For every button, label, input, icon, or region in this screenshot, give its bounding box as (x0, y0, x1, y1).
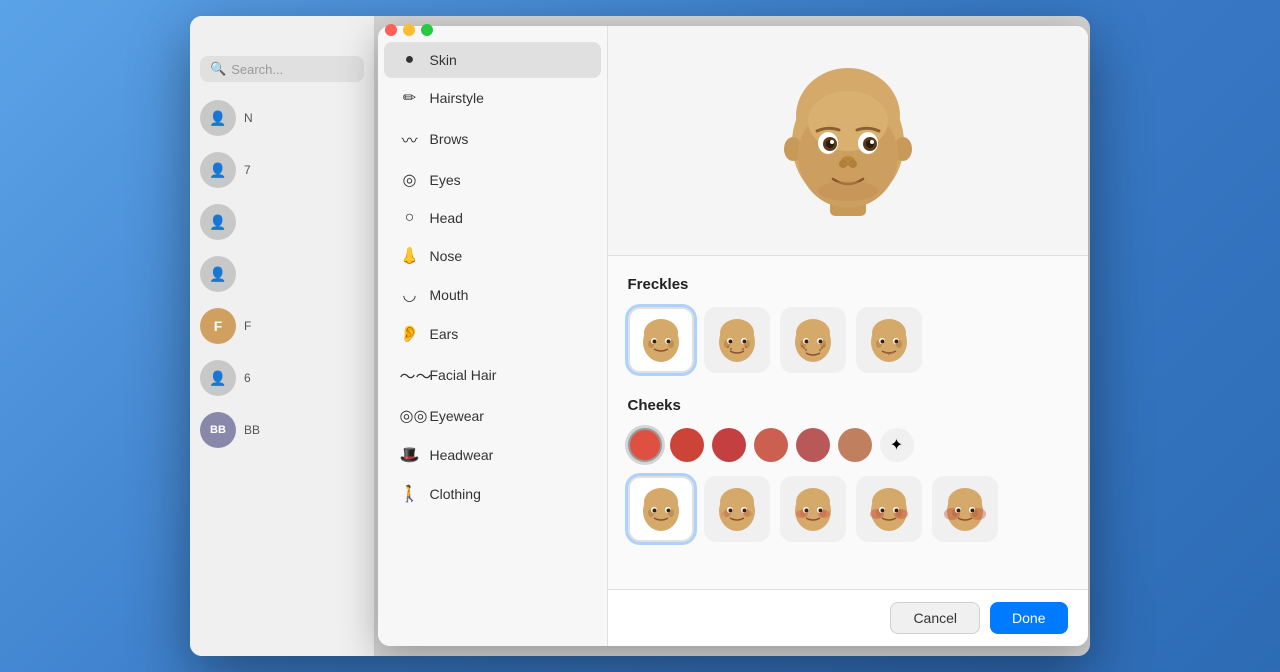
ears-icon: 👂 (400, 324, 420, 344)
avatar: 👤 (200, 256, 236, 292)
list-item[interactable]: 👤 6 (190, 352, 374, 404)
window-chrome (385, 24, 433, 36)
avatar: 👤 (200, 360, 236, 396)
minimize-button[interactable] (403, 24, 415, 36)
content-scroll[interactable]: Freckles (608, 256, 1088, 589)
freckles-option-1[interactable] (628, 307, 694, 373)
cheek-color-1[interactable] (628, 428, 662, 462)
dialog-nav: ● Skin ✏ Hairstyle 〰 Brows ◎ Eyes ○ (378, 26, 608, 646)
list-item[interactable]: BB BB (190, 404, 374, 456)
contact-name: BB (244, 423, 260, 437)
cheek-color-4[interactable] (754, 428, 788, 462)
cheeks-option-5[interactable] (932, 476, 998, 542)
nav-label-eyewear: Eyewear (430, 408, 484, 424)
nav-item-nose[interactable]: 👃 Nose (384, 237, 601, 275)
freckles-options-row (628, 307, 1068, 373)
contacts-sidebar: 🔍 Search... 👤 N 👤 7 👤 👤 F F 👤 6 BB (190, 16, 375, 656)
cheeks-option-3[interactable] (780, 476, 846, 542)
cheeks-option-1[interactable] (628, 476, 694, 542)
nav-item-ears[interactable]: 👂 Ears (384, 315, 601, 353)
nav-item-hairstyle[interactable]: ✏ Hairstyle (384, 79, 601, 117)
dialog-footer: Cancel Done (608, 589, 1088, 646)
dialog-content: Freckles (608, 26, 1088, 646)
nav-item-clothing[interactable]: 🚶 Clothing (384, 475, 601, 513)
list-item[interactable]: 👤 7 (190, 144, 374, 196)
avatar: F (200, 308, 236, 344)
nav-label-clothing: Clothing (430, 486, 481, 502)
cheeks-option-2[interactable] (704, 476, 770, 542)
avatar: 👤 (200, 152, 236, 188)
search-bar[interactable]: 🔍 Search... (200, 56, 364, 82)
list-item[interactable]: 👤 (190, 248, 374, 300)
nav-label-mouth: Mouth (430, 287, 469, 303)
memoji-editor-dialog: ● Skin ✏ Hairstyle 〰 Brows ◎ Eyes ○ (378, 26, 1088, 646)
cheeks-section: Cheeks ✦ (628, 397, 1068, 542)
freckles-section: Freckles (628, 276, 1068, 373)
nav-label-hairstyle: Hairstyle (430, 90, 484, 106)
skin-icon: ● (400, 51, 420, 69)
clothing-icon: 🚶 (400, 484, 420, 504)
dialog-overlay: ● Skin ✏ Hairstyle 〰 Brows ◎ Eyes ○ (375, 16, 1090, 656)
hairstyle-icon: ✏ (400, 88, 420, 108)
avatar: 👤 (200, 100, 236, 136)
contact-name: F (244, 319, 251, 333)
cheek-color-5[interactable] (796, 428, 830, 462)
main-window: 🔍 Search... 👤 N 👤 7 👤 👤 F F 👤 6 BB (190, 16, 1090, 656)
nav-label-ears: Ears (430, 326, 459, 342)
facial-hair-icon: 〜〜 (400, 363, 420, 387)
search-icon: 🔍 (210, 61, 226, 77)
nav-item-headwear[interactable]: 🎩 Headwear (384, 436, 601, 474)
cheek-color-more[interactable]: ✦ (880, 428, 914, 462)
maximize-button[interactable] (421, 24, 433, 36)
eyewear-icon: ◎◎ (400, 406, 420, 426)
search-placeholder: Search... (231, 62, 283, 77)
contact-name: N (244, 111, 253, 125)
done-button[interactable]: Done (990, 602, 1067, 634)
emoji-preview-area (608, 26, 1088, 256)
cancel-button[interactable]: Cancel (890, 602, 980, 634)
brows-icon: 〰 (400, 127, 420, 151)
mouth-icon: ◡ (400, 285, 420, 305)
nav-label-facial-hair: Facial Hair (430, 367, 497, 383)
cheeks-color-row: ✦ (628, 428, 1068, 462)
nav-label-head: Head (430, 210, 463, 226)
contact-name: 7 (244, 163, 251, 177)
cheek-color-3[interactable] (712, 428, 746, 462)
close-button[interactable] (385, 24, 397, 36)
nav-item-mouth[interactable]: ◡ Mouth (384, 276, 601, 314)
headwear-icon: 🎩 (400, 445, 420, 465)
nav-label-eyes: Eyes (430, 172, 461, 188)
list-item[interactable]: F F (190, 300, 374, 352)
cheeks-option-4[interactable] (856, 476, 922, 542)
list-item[interactable]: 👤 N (190, 92, 374, 144)
freckles-section-title: Freckles (628, 276, 1068, 293)
nav-item-head[interactable]: ○ Head (384, 200, 601, 236)
nav-item-facial-hair[interactable]: 〜〜 Facial Hair (384, 354, 601, 396)
nav-item-brows[interactable]: 〰 Brows (384, 118, 601, 160)
cheek-color-6[interactable] (838, 428, 872, 462)
nav-item-skin[interactable]: ● Skin (384, 42, 601, 78)
head-icon: ○ (400, 209, 420, 227)
eyes-icon: ◎ (400, 170, 420, 190)
nav-label-nose: Nose (430, 248, 463, 264)
contact-name: 6 (244, 371, 251, 385)
cheek-color-2[interactable] (670, 428, 704, 462)
list-item[interactable]: 👤 (190, 196, 374, 248)
freckles-option-2[interactable] (704, 307, 770, 373)
avatar: 👤 (200, 204, 236, 240)
nav-label-headwear: Headwear (430, 447, 494, 463)
cheeks-section-title: Cheeks (628, 397, 1068, 414)
nose-icon: 👃 (400, 246, 420, 266)
nav-item-eyes[interactable]: ◎ Eyes (384, 161, 601, 199)
nav-item-eyewear[interactable]: ◎◎ Eyewear (384, 397, 601, 435)
nav-label-brows: Brows (430, 131, 469, 147)
avatar: BB (200, 412, 236, 448)
memoji-face (773, 61, 923, 221)
freckles-option-4[interactable] (856, 307, 922, 373)
nav-label-skin: Skin (430, 52, 457, 68)
cheeks-face-options-row (628, 476, 1068, 542)
freckles-option-3[interactable] (780, 307, 846, 373)
